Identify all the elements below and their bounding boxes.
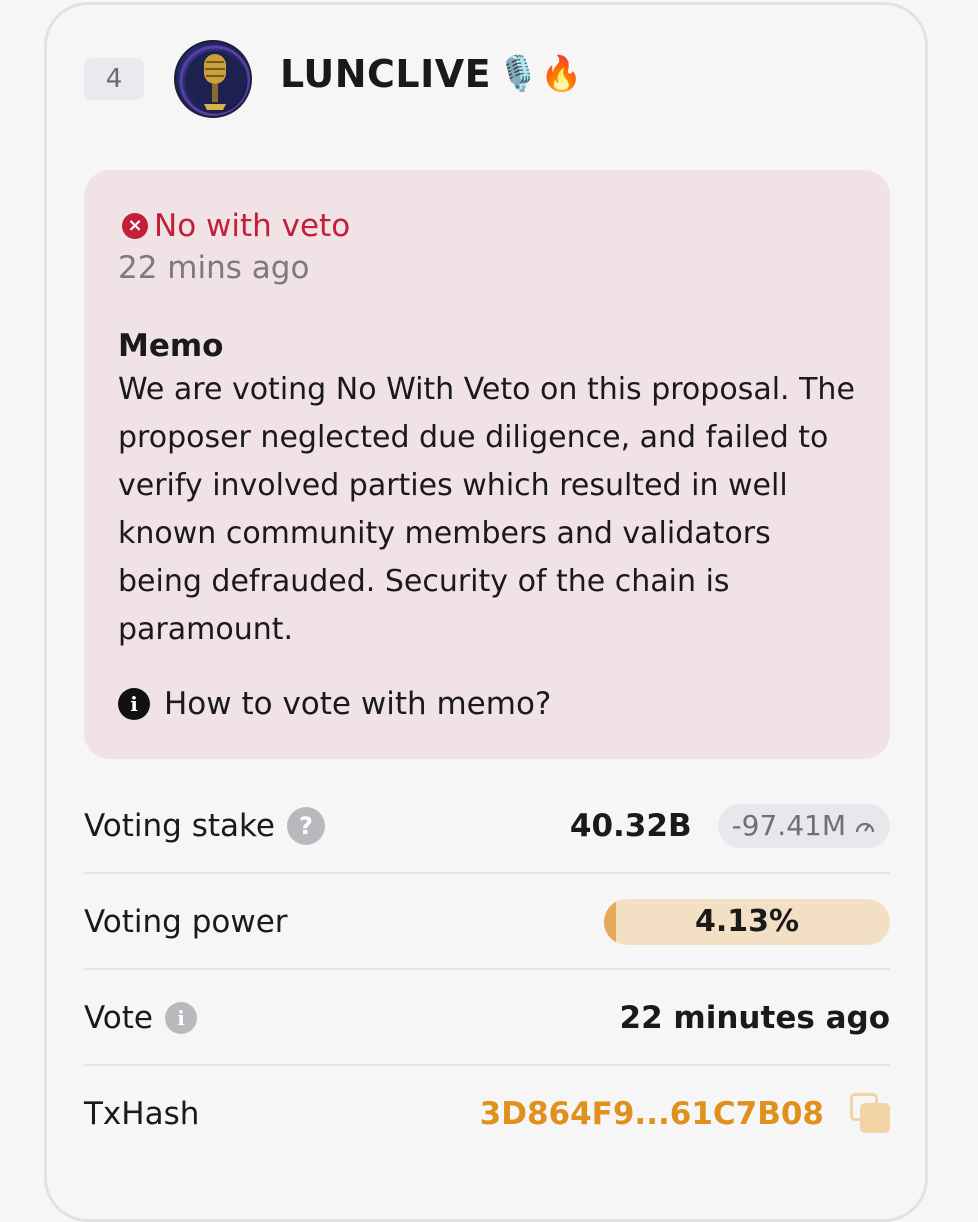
voting-stake-label: Voting stake (84, 807, 275, 844)
validator-name[interactable]: LUNCLIVE 🎙️🔥 (280, 52, 583, 96)
memo-text: We are voting No With Veto on this propo… (118, 372, 855, 647)
txhash-label: TxHash (84, 1095, 200, 1132)
speedometer-icon (855, 822, 875, 832)
microphone-fire-emoji-icon: 🎙️🔥 (497, 54, 583, 94)
vote-time-ago: 22 mins ago (118, 250, 310, 286)
voting-power-label: Voting power (84, 903, 288, 940)
vote-row: Vote i 22 minutes ago (84, 970, 890, 1065)
voting-power-row: Voting power 4.13% (84, 874, 890, 969)
voting-power-value: 4.13% (694, 904, 800, 939)
validator-name-text: LUNCLIVE (280, 52, 492, 96)
info-icon[interactable]: i (165, 1001, 197, 1034)
validator-rank-badge: 4 (84, 58, 144, 100)
x-circle-icon: × (122, 213, 148, 239)
voting-stake-row: Voting stake ? 40.32B -97.41M (84, 778, 890, 873)
txhash-link[interactable]: 3D864F9...61C7B08 (480, 1096, 824, 1132)
txhash-row: TxHash 3D864F9...61C7B08 (84, 1066, 890, 1161)
stake-change-badge[interactable]: -97.41M (717, 803, 890, 848)
memo-heading: Memo (118, 328, 224, 364)
memo-help-link[interactable]: i How to vote with memo? (118, 686, 551, 722)
info-icon: i (118, 688, 150, 720)
stake-change-value: -97.41M (731, 809, 846, 842)
voting-power-bar-fill (604, 898, 616, 945)
vote-time-value: 22 minutes ago (619, 999, 891, 1036)
vote-option-label: No with veto (154, 208, 351, 244)
vote-label: Vote (84, 999, 153, 1036)
validator-avatar[interactable] (174, 40, 252, 118)
memo-help-label: How to vote with memo? (164, 686, 552, 722)
voting-stake-value: 40.32B (569, 807, 692, 844)
copy-icon[interactable] (850, 1092, 890, 1135)
vote-option: × No with veto (122, 208, 350, 244)
question-mark-icon[interactable]: ? (286, 806, 325, 845)
voting-power-bar: 4.13% (604, 898, 890, 945)
vote-memo-panel: × No with veto 22 mins ago Memo We are v… (84, 170, 890, 759)
